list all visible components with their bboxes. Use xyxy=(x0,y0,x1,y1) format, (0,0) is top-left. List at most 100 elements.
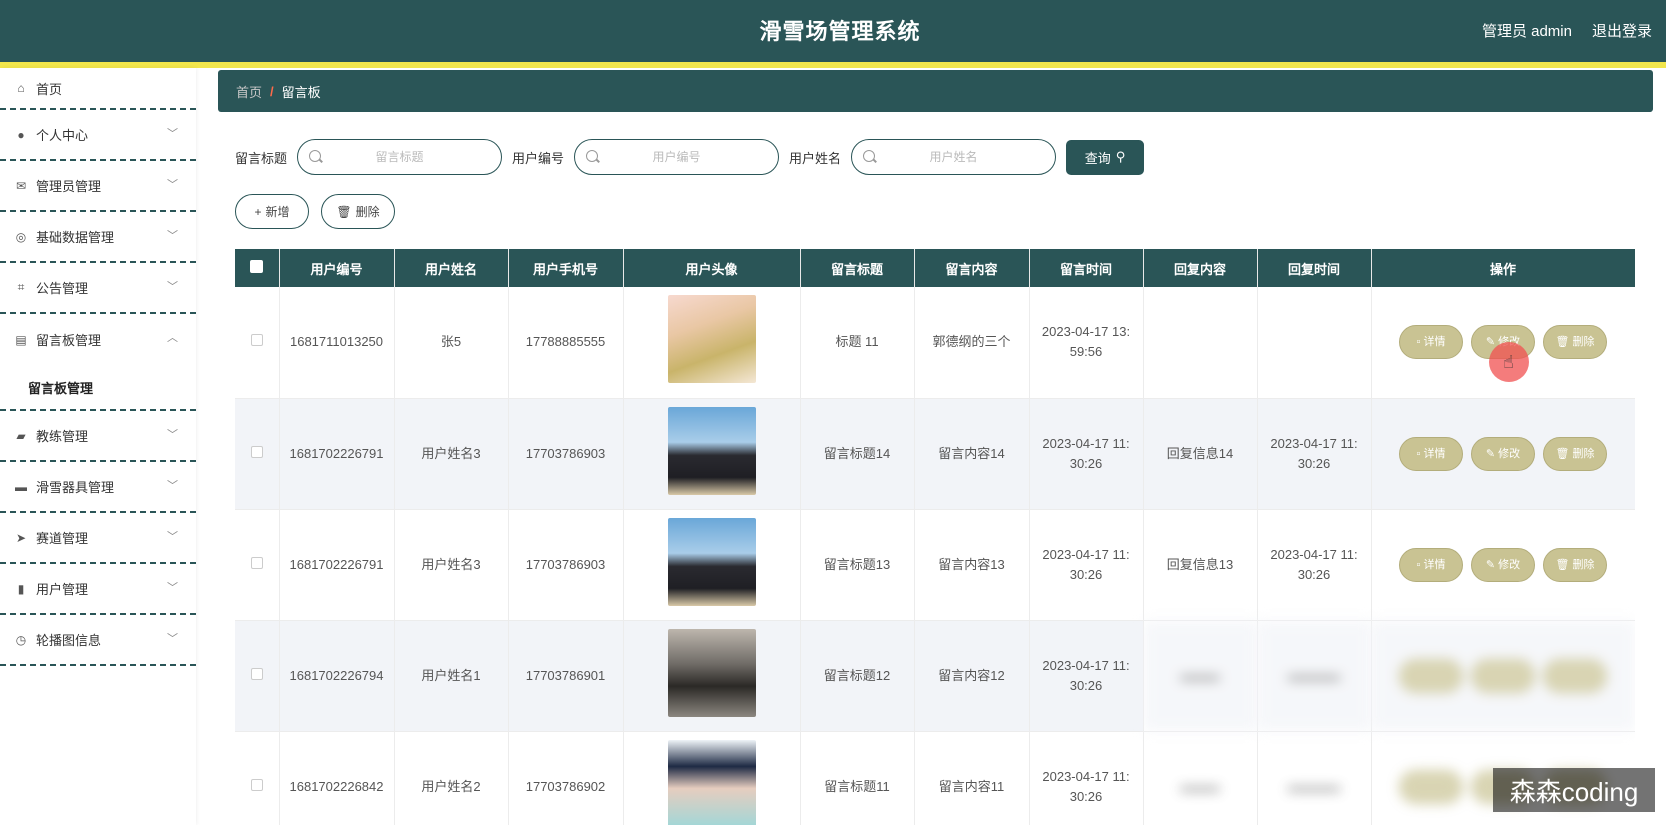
sidebar-item-coach-management[interactable]: ▰ 教练管理 ﹀ xyxy=(0,411,196,462)
sidebar-item-basic-data[interactable]: ◎ 基础数据管理 ﹀ xyxy=(0,212,196,263)
pencil-icon: ✎ xyxy=(1485,447,1496,460)
cell-title: 留言标题14 xyxy=(800,398,915,510)
chevron-down-icon: ﹀ xyxy=(167,633,178,645)
userid-search-input[interactable] xyxy=(575,140,779,174)
cell-reply-time: 2023-04-17 11: 30:26 xyxy=(1257,509,1372,621)
edit-button[interactable] xyxy=(1471,658,1535,693)
query-button-label: 查询 xyxy=(1084,150,1111,166)
delete-button[interactable]: 🗑 删除 xyxy=(1543,547,1607,582)
table-row: 1681702226791 用户姓名3 17703786903 留言标题14 留… xyxy=(235,398,1635,510)
edit-label: 修改 xyxy=(1498,447,1521,460)
column-header: 用户姓名 xyxy=(394,249,509,287)
title-search-input[interactable] xyxy=(298,140,502,174)
sidebar-item-admin-management[interactable]: ✉ 管理员管理 ﹀ xyxy=(0,161,196,212)
hand-cursor-icon: ☝ xyxy=(1503,352,1514,372)
breadcrumb: 首页 / 留言板 xyxy=(218,70,1653,112)
query-button[interactable]: 查询 ⚲ xyxy=(1066,139,1145,175)
cell-phone: 17703786901 xyxy=(508,620,624,732)
logout-link[interactable]: 退出登录 xyxy=(1592,20,1652,41)
time-line-1: 2023-04-17 11: xyxy=(1042,435,1130,451)
cell-reply-obscured: ▬▬▬ xyxy=(1143,731,1258,825)
admin-user-label[interactable]: 管理员 admin xyxy=(1482,20,1572,41)
username-search-input[interactable] xyxy=(852,140,1056,174)
sidebar-item-home[interactable]: ⌂ 首页 xyxy=(0,68,196,110)
mail-icon: ✉ xyxy=(15,178,27,193)
sidebar-item-label: 管理员管理 xyxy=(36,179,102,194)
userid-search-label: 用户编号 xyxy=(512,150,565,166)
delete-button[interactable]: 🗑 删除 xyxy=(1543,436,1607,471)
row-actions-obscured xyxy=(1372,658,1635,693)
detail-button[interactable]: ▫ 详情 xyxy=(1399,547,1463,582)
sidebar-item-announcements[interactable]: ⌗ 公告管理 ﹀ xyxy=(0,263,196,314)
column-header: 用户编号 xyxy=(279,249,395,287)
row-actions: ▫ 详情 ✎ 修改 🗑 删除 xyxy=(1372,436,1635,471)
clipboard-icon: ▮ xyxy=(17,581,25,596)
sidebar-item-message-board[interactable]: ▤ 留言板管理 ︿ xyxy=(0,314,196,365)
reply-time-line-1: 2023-04-17 11: xyxy=(1270,546,1358,562)
chevron-down-icon: ﹀ xyxy=(167,179,178,191)
chevron-down-icon: ﹀ xyxy=(167,582,178,594)
detail-button[interactable]: ▫ 详情 xyxy=(1399,325,1463,360)
column-header: 回复内容 xyxy=(1143,249,1258,287)
sidebar-item-ski-equipment[interactable]: ▬ 滑雪器具管理 ﹀ xyxy=(0,462,196,513)
row-checkbox[interactable] xyxy=(250,778,263,791)
clock-icon: ◷ xyxy=(15,632,27,647)
cell-reply xyxy=(1143,287,1258,399)
column-header: 用户手机号 xyxy=(508,249,624,287)
detail-button[interactable] xyxy=(1399,658,1463,693)
chevron-down-icon: ﹀ xyxy=(167,281,178,293)
delete-button[interactable] xyxy=(1543,658,1607,693)
table-row: 1681702226791 用户姓名3 17703786903 留言标题13 留… xyxy=(235,509,1635,621)
compass-icon: ◎ xyxy=(15,229,27,244)
cell-reply-time-obscured: ▬▬▬▬ xyxy=(1257,731,1372,825)
edit-button[interactable]: ✎ 修改 xyxy=(1471,547,1535,582)
plus-icon: + xyxy=(254,204,262,219)
row-checkbox[interactable] xyxy=(250,556,263,569)
row-checkbox[interactable] xyxy=(250,445,263,458)
user-avatar xyxy=(667,295,756,384)
time-line-1: 2023-04-17 11: xyxy=(1042,768,1130,784)
sidebar-subitem-message-board-management[interactable]: 留言板管理 xyxy=(0,365,196,411)
header-user-area: 管理员 admin 退出登录 xyxy=(1482,20,1652,41)
sidebar-item-personal-center[interactable]: ● 个人中心 ﹀ xyxy=(0,110,196,161)
cell-title: 留言标题13 xyxy=(800,509,915,621)
user-avatar xyxy=(667,517,756,606)
home-icon: ⌂ xyxy=(17,81,25,95)
sidebar-item-user-management[interactable]: ▮ 用户管理 ﹀ xyxy=(0,564,196,615)
row-actions: ▫ 详情 ✎ 修改 🗑 删除 xyxy=(1372,547,1635,582)
delete-button[interactable]: 🗑 删除 xyxy=(1543,325,1607,360)
detail-label: 详情 xyxy=(1423,447,1446,460)
row-checkbox[interactable] xyxy=(250,667,263,680)
row-checkbox[interactable] xyxy=(250,334,263,347)
cell-reply-time-obscured: ▬▬▬▬ xyxy=(1257,620,1372,732)
cell-user-name: 用户姓名1 xyxy=(394,620,509,732)
add-button[interactable]: + 新增 xyxy=(235,194,309,229)
breadcrumb-home[interactable]: 首页 xyxy=(236,82,262,101)
cell-phone: 17703786903 xyxy=(508,398,624,510)
detail-button[interactable]: ▫ 详情 xyxy=(1399,436,1463,471)
trash-icon: 🗑 xyxy=(1555,558,1570,571)
sidebar-item-track-management[interactable]: ➤ 赛道管理 ﹀ xyxy=(0,513,196,564)
select-all-checkbox[interactable] xyxy=(250,260,264,273)
cell-time: 2023-04-17 11: 30:26 xyxy=(1029,731,1144,825)
cell-user-no: 1681702226791 xyxy=(279,509,395,621)
column-header: 留言内容 xyxy=(914,249,1030,287)
sidebar-item-label: 赛道管理 xyxy=(36,531,89,546)
cell-user-name: 用户姓名3 xyxy=(394,509,509,621)
chevron-up-icon: ︿ xyxy=(167,332,178,344)
sidebar-item-carousel-info[interactable]: ◷ 轮播图信息 ﹀ xyxy=(0,615,196,666)
edit-button[interactable]: ✎ 修改 xyxy=(1471,436,1535,471)
username-search-label: 用户姓名 xyxy=(789,150,842,166)
detail-button[interactable] xyxy=(1399,769,1463,804)
batch-delete-button[interactable]: 🗑 删除 xyxy=(321,194,395,229)
title-search-label: 留言标题 xyxy=(235,150,288,166)
column-header: 操作 xyxy=(1371,249,1635,287)
column-header: 回复时间 xyxy=(1257,249,1372,287)
reply-time-line-2: 30:26 xyxy=(1297,455,1331,471)
cell-user-no: 1681702226794 xyxy=(279,620,395,732)
cell-phone: 17703786902 xyxy=(508,731,624,825)
doc-icon: ▫ xyxy=(1416,447,1421,460)
delete-label: 删除 xyxy=(1572,447,1595,460)
time-line-1: 2023-04-17 13: xyxy=(1041,324,1131,340)
sidebar-item-label: 教练管理 xyxy=(36,429,89,444)
